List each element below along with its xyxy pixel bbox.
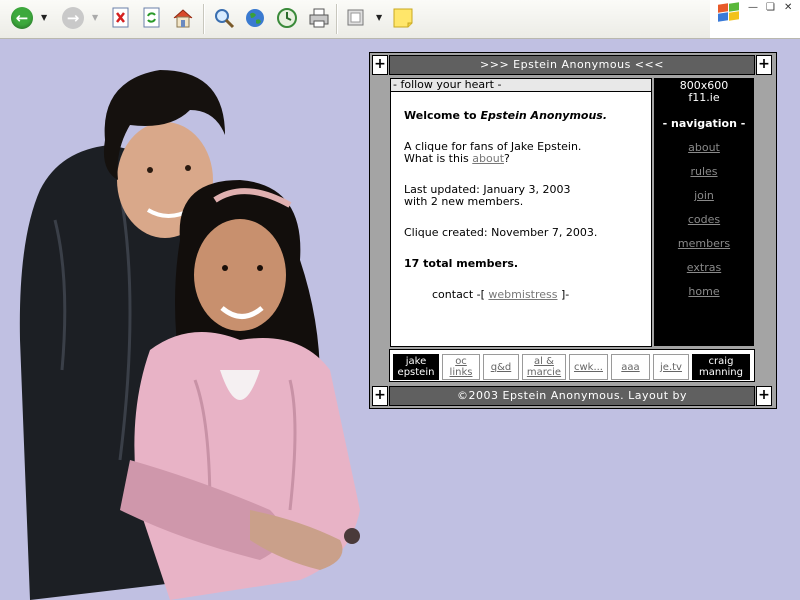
last-updated-line-2: with 2 new members. — [404, 195, 524, 208]
edit-dropdown-icon[interactable]: ▼ — [376, 13, 382, 22]
plus-box-top-right: + — [756, 55, 772, 75]
tab-label-line: epstein — [397, 367, 435, 378]
tab-q-and-d[interactable]: q&d — [483, 354, 519, 380]
nav-link-join[interactable]: join — [654, 190, 754, 202]
host-text: f11.ie — [688, 91, 720, 104]
forward-dropdown-icon[interactable]: ▼ — [92, 13, 98, 22]
footer-bar: ©2003 Epstein Anonymous. Layout by — [389, 386, 755, 406]
resolution-note: 800x600 f11.ie — [654, 78, 754, 104]
contact-suffix: ]- — [561, 288, 570, 301]
last-updated: Last updated: January 3, 2003 with 2 new… — [404, 184, 639, 208]
tab-cwk[interactable]: cwk... — [569, 354, 608, 380]
content-header: - follow your heart - — [391, 79, 651, 92]
description-line-2-prefix: What is this — [404, 152, 469, 165]
nav-link-members[interactable]: members — [654, 238, 754, 250]
header-photo — [19, 70, 360, 600]
toolbar-separator — [203, 4, 204, 34]
navigation-panel: 800x600 f11.ie - navigation - about rule… — [654, 78, 754, 346]
tab-label-line: manning — [698, 367, 743, 378]
history-icon[interactable] — [274, 5, 300, 31]
tab-aaa[interactable]: aaa — [611, 354, 650, 380]
nav-link-extras[interactable]: extras — [654, 262, 754, 274]
stop-icon[interactable] — [108, 5, 134, 31]
favorites-icon[interactable] — [242, 5, 268, 31]
description-line-2-suffix: ? — [504, 152, 510, 165]
back-icon[interactable]: ← — [11, 7, 33, 29]
toolbar-separator — [336, 4, 337, 34]
edit-icon[interactable] — [343, 5, 369, 31]
nav-link-codes[interactable]: codes — [654, 214, 754, 226]
restore-icon[interactable]: ❏ — [766, 2, 775, 13]
search-icon[interactable] — [211, 5, 237, 31]
window-controls: — ❏ ✕ — [710, 0, 800, 38]
affiliate-tabs: jake epstein oc links q&d al & marcie cwk..… — [389, 349, 755, 382]
members-total: 17 total members. — [404, 257, 519, 270]
back-dropdown-icon[interactable]: ▼ — [41, 13, 47, 22]
navigation-title: - navigation - — [662, 117, 746, 130]
print-icon[interactable] — [306, 5, 332, 31]
forward-icon[interactable]: → — [62, 7, 84, 29]
nav-link-home[interactable]: home — [654, 286, 754, 298]
home-icon[interactable] — [170, 5, 196, 31]
contact-prefix: contact -[ — [432, 288, 485, 301]
tab-jake-epstein[interactable]: jake epstein — [393, 354, 439, 380]
refresh-icon[interactable] — [139, 5, 165, 31]
messenger-icon[interactable] — [390, 5, 416, 31]
content-panel: - follow your heart - Welcome to Epstein… — [390, 78, 652, 347]
content-body: Welcome to Epstein Anonymous. A clique f… — [391, 92, 651, 301]
plus-box-bottom-right: + — [756, 386, 772, 406]
webmistress-link[interactable]: webmistress — [488, 288, 557, 301]
welcome-site-name: Epstein Anonymous. — [480, 109, 608, 122]
tab-label-line: al & — [534, 356, 554, 367]
tab-label-line: jake — [405, 356, 427, 367]
tab-al-marcie[interactable]: al & marcie — [522, 354, 566, 380]
welcome-prefix: Welcome to — [404, 109, 477, 122]
nav-link-rules[interactable]: rules — [654, 166, 754, 178]
minimize-icon[interactable]: — — [748, 2, 758, 13]
tab-label-line: links — [449, 367, 473, 378]
tab-label-line: marcie — [526, 367, 562, 378]
tab-label-line: oc — [455, 356, 467, 367]
welcome-line: Welcome to Epstein Anonymous. — [404, 110, 639, 122]
tab-je-tv[interactable]: je.tv — [653, 354, 689, 380]
tab-label-line: craig — [708, 356, 734, 367]
description: A clique for fans of Jake Epstein. What … — [404, 141, 639, 165]
tab-craig-manning[interactable]: craig manning — [692, 354, 750, 380]
plus-box-top-left: + — [372, 55, 388, 75]
clique-created: Clique created: November 7, 2003. — [404, 226, 598, 239]
windows-logo-icon — [716, 2, 740, 23]
about-link[interactable]: about — [472, 152, 504, 165]
plus-box-bottom-left: + — [372, 386, 388, 406]
site-title-bar: >>> Epstein Anonymous <<< — [389, 55, 755, 75]
tab-oc-links[interactable]: oc links — [442, 354, 480, 380]
close-icon[interactable]: ✕ — [784, 2, 792, 13]
nav-link-about[interactable]: about — [654, 142, 754, 154]
contact-line: contact -[ webmistress ]- — [404, 289, 639, 301]
browser-toolbar: ← ▼ → ▼ ▼ — ❏ ✕ — [0, 0, 800, 39]
